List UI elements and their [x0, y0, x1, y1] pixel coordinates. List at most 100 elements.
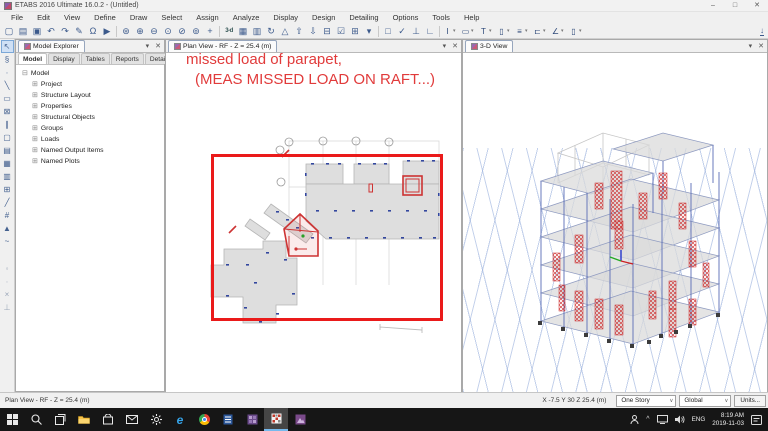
menu-view[interactable]: View	[57, 12, 87, 24]
zoom-in-icon[interactable]: ⊕	[133, 25, 147, 38]
run-analysis-icon[interactable]: ▶	[100, 25, 114, 38]
tree-node-named-output-items[interactable]: ⊞ Named Output Items	[22, 145, 164, 156]
new-model-icon[interactable]: ▢	[2, 25, 16, 38]
tree-node-structural-objects[interactable]: ⊞ Structural Objects	[22, 112, 164, 123]
tree-node-project[interactable]: ⊞ Project	[22, 79, 164, 90]
shrink-objects-icon[interactable]: ⊟	[320, 25, 334, 38]
expand-icon[interactable]: ⊞	[32, 157, 38, 166]
menu-assign[interactable]: Assign	[189, 12, 226, 24]
expand-icon[interactable]: ⊞	[32, 135, 38, 144]
tree-node-model[interactable]: ⊟ Model	[22, 68, 164, 79]
column-section-tool[interactable]: ▯ ▾	[496, 27, 513, 36]
maximize-button[interactable]: □	[724, 0, 746, 11]
move-up-story-icon[interactable]: ⇧	[292, 25, 306, 38]
menu-help[interactable]: Help	[457, 12, 486, 24]
settings-button[interactable]	[144, 408, 168, 431]
expand-icon[interactable]: ⊞	[32, 102, 38, 111]
menu-tools[interactable]: Tools	[425, 12, 457, 24]
draw-grid-icon[interactable]: #	[1, 209, 14, 222]
tab-tables[interactable]: Tables	[80, 53, 110, 64]
file-explorer-button[interactable]	[72, 408, 96, 431]
edge-button[interactable]: e	[168, 408, 192, 431]
touch-keyboard-icon[interactable]	[630, 414, 639, 425]
zoom-full-icon[interactable]: ⊙	[161, 25, 175, 38]
task-view-button[interactable]	[48, 408, 72, 431]
move-down-story-icon[interactable]: ⇩	[306, 25, 320, 38]
draw-wave-icon[interactable]: ~	[1, 235, 14, 248]
tab-model[interactable]: Model	[18, 53, 48, 64]
view-3d-icon[interactable]: 3-d	[222, 25, 236, 38]
snap-intersection-icon[interactable]: ×	[1, 288, 14, 301]
expand-icon[interactable]: ⊞	[32, 146, 38, 155]
notification-center-icon[interactable]	[751, 414, 762, 425]
explorer-dropdown-icon[interactable]: ▾	[146, 42, 150, 51]
rect-section-tool[interactable]: ▭ ▾	[460, 27, 477, 36]
minimize-button[interactable]: –	[702, 0, 724, 11]
menu-draw[interactable]: Draw	[123, 12, 155, 24]
zoom-out-icon[interactable]: ⊖	[147, 25, 161, 38]
rotate-3d-view-icon[interactable]: ↻	[264, 25, 278, 38]
menu-options[interactable]: Options	[386, 12, 426, 24]
clear-selection-icon[interactable]: ✓	[395, 25, 409, 38]
channel-section-tool[interactable]: ⊏ ▾	[532, 27, 549, 36]
tree-node-structure-layout[interactable]: ⊞ Structure Layout	[22, 90, 164, 101]
collapse-icon[interactable]: ⊟	[22, 69, 28, 78]
tab-display[interactable]: Display	[48, 53, 80, 64]
expand-icon[interactable]: ⊞	[32, 124, 38, 133]
volume-icon[interactable]	[674, 415, 685, 424]
save-model-icon[interactable]: ▣	[30, 25, 44, 38]
elevation-view-icon[interactable]: ▥	[250, 25, 264, 38]
close-button[interactable]: ✕	[746, 0, 768, 11]
draw-joint-icon[interactable]: ∙	[1, 66, 14, 79]
quick-floor-icon[interactable]: ▦	[1, 157, 14, 170]
zoom-one-step-icon[interactable]: ⊚	[189, 25, 203, 38]
i-section-tool[interactable]: I ▾	[442, 27, 459, 36]
tree-node-properties[interactable]: ⊞ Properties	[22, 101, 164, 112]
menu-design[interactable]: Design	[305, 12, 342, 24]
menu-detailing[interactable]: Detailing	[342, 12, 385, 24]
explorer-close-icon[interactable]: ✕	[155, 42, 161, 51]
model-explorer-tab[interactable]: Model Explorer	[18, 40, 85, 52]
plan-close-icon[interactable]: ✕	[452, 42, 458, 51]
draw-frame-icon[interactable]: ╲	[1, 79, 14, 92]
tab-reports[interactable]: Reports	[110, 53, 144, 64]
draw-wall-icon[interactable]: ▤	[1, 144, 14, 157]
select-pointer-icon[interactable]: ↖	[0, 40, 14, 53]
view-3d-tab[interactable]: 3-D View	[465, 40, 514, 52]
tree-node-groups[interactable]: ⊞ Groups	[22, 123, 164, 134]
quick-wall-icon[interactable]: ▥	[1, 170, 14, 183]
window-layout-icon[interactable]: ⊞	[348, 25, 362, 38]
etabs-taskbar-button[interactable]	[264, 408, 288, 431]
draw-floor-icon[interactable]: ▢	[1, 131, 14, 144]
menu-select[interactable]: Select	[154, 12, 189, 24]
mail-button[interactable]	[120, 408, 144, 431]
coordinate-system-selector[interactable]: Global ∨	[679, 394, 732, 407]
snap-joints-icon[interactable]: ◦	[1, 262, 14, 275]
story-selector[interactable]: One Story ∨	[616, 394, 677, 407]
word-button[interactable]	[216, 408, 240, 431]
plan-view-tab[interactable]: Plan View - RF - Z = 25.4 (m)	[168, 40, 278, 52]
zoom-previous-icon[interactable]: ⊘	[175, 25, 189, 38]
start-button[interactable]	[0, 408, 24, 431]
tiles-app-button[interactable]	[240, 408, 264, 431]
store-button[interactable]	[96, 408, 120, 431]
snap-midpoint-icon[interactable]: ∙	[1, 275, 14, 288]
redo-icon[interactable]: ↷	[58, 25, 72, 38]
taskbar-clock[interactable]: 8:19 AM 2019-11-03	[712, 412, 744, 427]
tree-node-loads[interactable]: ⊞ Loads	[22, 134, 164, 145]
plan-canvas[interactable]	[166, 53, 461, 392]
display-options-icon[interactable]: ☑	[334, 25, 348, 38]
more-views-icon[interactable]: ▾	[362, 25, 376, 38]
zoom-rubber-band-icon[interactable]: ⊛	[119, 25, 133, 38]
photos-app-button[interactable]	[288, 408, 312, 431]
view3d-close-icon[interactable]: ✕	[758, 42, 764, 51]
menu-file[interactable]: File	[4, 12, 30, 24]
network-icon[interactable]	[656, 415, 668, 424]
draw-opening-icon[interactable]: ⊞	[1, 183, 14, 196]
download-icon[interactable]: ↓	[760, 26, 764, 36]
menu-define[interactable]: Define	[87, 12, 123, 24]
menu-edit[interactable]: Edit	[30, 12, 57, 24]
quick-secondary-beams-icon[interactable]: ∥	[1, 118, 14, 131]
units-button[interactable]: Units...	[734, 394, 766, 407]
menu-display[interactable]: Display	[266, 12, 305, 24]
